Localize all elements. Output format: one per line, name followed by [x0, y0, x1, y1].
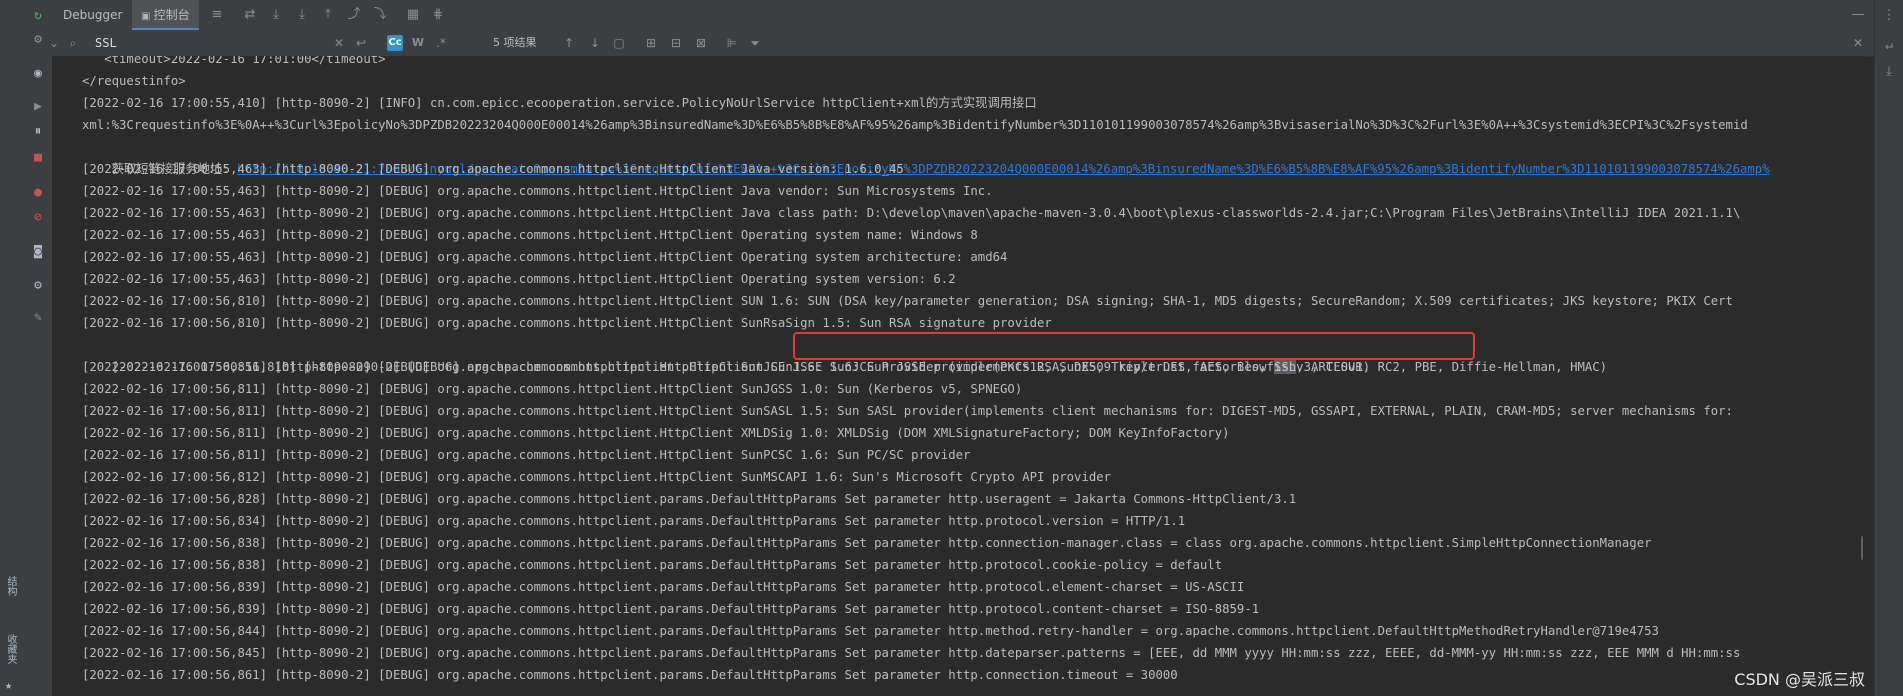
search-history-icon[interactable]: ↩ [353, 35, 369, 51]
expand-chevron-icon[interactable]: ⌄ [46, 35, 62, 51]
console-line: [2022-02-16 17:00:55,463] [http-8090-2] … [82, 250, 1008, 264]
console-tab-icon: ▣ [141, 11, 154, 22]
search-input[interactable]: SSL [95, 34, 395, 52]
right-tool-strip: ⋮ ↵ ⤓ [1874, 0, 1903, 696]
console-line: [2022-02-16 17:00:56,811] [http-8090-2] … [82, 404, 1733, 418]
whole-words-icon[interactable]: W [410, 35, 426, 51]
pause-icon[interactable]: ⏸ [30, 124, 46, 140]
select-all-icon[interactable]: ⊠ [693, 35, 709, 51]
regex-icon[interactable]: .* [433, 35, 449, 51]
clear-search-icon[interactable]: ✕ [331, 35, 347, 51]
stop-icon[interactable]: ■ [30, 150, 46, 166]
next-match-icon[interactable]: ↓ [587, 35, 603, 51]
pin-icon[interactable]: ✎ [30, 310, 46, 326]
close-search-icon[interactable]: ✕ [1850, 35, 1866, 51]
previous-match-icon[interactable]: ↑ [561, 35, 577, 51]
console-line: [2022-02-16 17:00:56,810] [http-8090-2] … [82, 316, 1052, 330]
settings-icon[interactable]: ⚙ [30, 278, 46, 294]
match-count: 5 项结果 [493, 36, 537, 49]
in-selection-icon[interactable]: ⊫ [724, 35, 740, 51]
layout-menu-icon[interactable]: ≡ [209, 7, 225, 23]
console-line: [2022-02-16 17:00:55,463] [http-8090-2] … [82, 206, 1741, 220]
favorites-tool-label[interactable]: 收藏夹 [3, 634, 18, 664]
console-line: [2022-02-16 17:00:56,834] [http-8090-2] … [82, 514, 1186, 528]
tab-debugger-label: Debugger [63, 8, 123, 22]
console-line: [2022-02-16 17:00:56,844] [http-8090-2] … [82, 624, 1659, 638]
resume-icon[interactable]: ▶ [30, 99, 46, 115]
structure-tool-label[interactable]: 结构 [3, 576, 18, 596]
console-line: [2022-02-16 17:00:56,811] [http-8090-2] … [82, 382, 1023, 396]
view-breakpoints-eye-icon[interactable]: ◉ [30, 66, 46, 82]
run-to-cursor-icon[interactable]: ⤵ [372, 7, 388, 23]
add-selection-icon[interactable]: ⊞ [643, 35, 659, 51]
console-line: [2022-02-16 17:00:56,810] [http-8090-2] … [82, 294, 1733, 308]
console-line: [2022-02-16 17:00:55,463] [http-8090-2] … [82, 162, 904, 176]
console-line: [2022-02-16 17:00:56,845] [http-8090-2] … [82, 646, 1741, 660]
match-case-icon[interactable]: Cc [387, 35, 403, 51]
console-line: [2022-02-16 17:00:56,861] [http-8090-2] … [82, 668, 1178, 682]
console-line: [2022-02-16 17:00:56,812] [http-8090-2] … [82, 470, 1112, 484]
console-scrollbar[interactable] [1861, 536, 1863, 560]
console-line: [2022-02-16 17:00:56,811] [http-8090-2] … [82, 426, 1230, 440]
favorites-star-icon[interactable]: ★ [5, 678, 12, 692]
remove-selection-icon[interactable]: ⊟ [668, 35, 684, 51]
console-line: [2022-02-16 17:00:55,463] [http-8090-2] … [82, 228, 978, 242]
console-line: xml:%3Crequestinfo%3E%0A++%3Curl%3Epolic… [82, 118, 1748, 132]
camera-icon[interactable]: ◙ [30, 244, 46, 260]
step-into-icon[interactable]: ⤓ [294, 7, 310, 23]
debugger-action-column: ↻ ⚙ ◉ ▶ ⏸ ■ ● ⊘ ◙ ⚙ ✎ [24, 0, 53, 696]
console-line: [2022-02-16 17:00:56,828] [http-8090-2] … [82, 492, 1297, 506]
console-line: [2022-02-16 17:00:55,410] [http-8090-2] … [82, 96, 1037, 110]
rerun-icon[interactable]: ↻ [30, 8, 46, 24]
tab-console[interactable]: ▣ 控制台 [132, 0, 199, 30]
left-tool-strip: 结构 收藏夹 ★ [0, 0, 25, 696]
step-out-icon[interactable]: ⤴ [346, 7, 362, 23]
filter-icon[interactable]: ⏷ [747, 35, 763, 51]
scroll-to-end-icon[interactable]: ⤓ [1881, 64, 1897, 80]
console-search-bar: ⌄ ⌕ SSL ✕ ↩ Cc W .* 5 项结果 ↑ ↓ ▢ ⊞ ⊟ ⊠ ⊫ … [49, 30, 1875, 57]
force-step-into-icon[interactable]: ⤒ [320, 7, 336, 23]
show-execution-point-icon[interactable]: ⇄ [242, 7, 258, 23]
step-over-icon[interactable]: ⤓ [268, 7, 284, 23]
trace-stream-icon[interactable]: ⋕ [430, 7, 446, 23]
modify-run-config-icon[interactable]: ⚙ [30, 32, 46, 48]
console-line: [2022-02-16 17:00:56,838] [http-8090-2] … [82, 536, 1652, 550]
mute-breakpoints-icon[interactable]: ⊘ [30, 210, 46, 226]
console-line-link: 获取短链接服务地址: http://10.10.40.21:7005/tinyu… [82, 136, 1770, 176]
annotation-red-box [793, 332, 1475, 360]
minimize-icon[interactable]: — [1850, 7, 1866, 23]
console-line: [2022-02-16 17:00:56,839] [http-8090-2] … [82, 602, 1260, 616]
view-breakpoints-icon[interactable]: ● [30, 185, 46, 201]
console-line: </requestinfo> [82, 74, 186, 88]
evaluate-expression-icon[interactable]: ▦ [405, 7, 421, 23]
watermark: CSDN @吴派三叔 [1734, 670, 1865, 689]
console-line: [2022-02-16 17:00:56,839] [http-8090-2] … [82, 580, 1245, 594]
soft-wrap-icon[interactable]: ↵ [1881, 38, 1897, 54]
tab-debugger[interactable]: Debugger [54, 0, 131, 30]
console-line: [2022-02-16 17:00:55,463] [http-8090-2] … [82, 184, 993, 198]
console-line: [2022-02-16 17:00:56,811] [http-8090-2] … [82, 448, 971, 462]
console-output[interactable]: <timeout>2022-02-16 17:01:00</timeout> <… [52, 56, 1863, 696]
tab-console-label: 控制台 [153, 8, 190, 22]
options-menu-icon[interactable]: ⋮ [1881, 8, 1897, 24]
console-line: [2022-02-16 17:00:55,463] [http-8090-2] … [82, 272, 956, 286]
console-line: [2022-02-16 17:00:56,838] [http-8090-2] … [82, 558, 1223, 572]
search-icon[interactable]: ⌕ [65, 35, 81, 51]
debug-toolbar: Debugger ▣ 控制台 ≡ ⇄ ⤓ ⤓ ⤒ ⤴ ⤵ ▦ ⋕ — [52, 0, 1875, 31]
console-line: <timeout>2022-02-16 17:01:00</timeout> [82, 56, 386, 66]
select-all-occurrences-icon[interactable]: ▢ [611, 35, 627, 51]
